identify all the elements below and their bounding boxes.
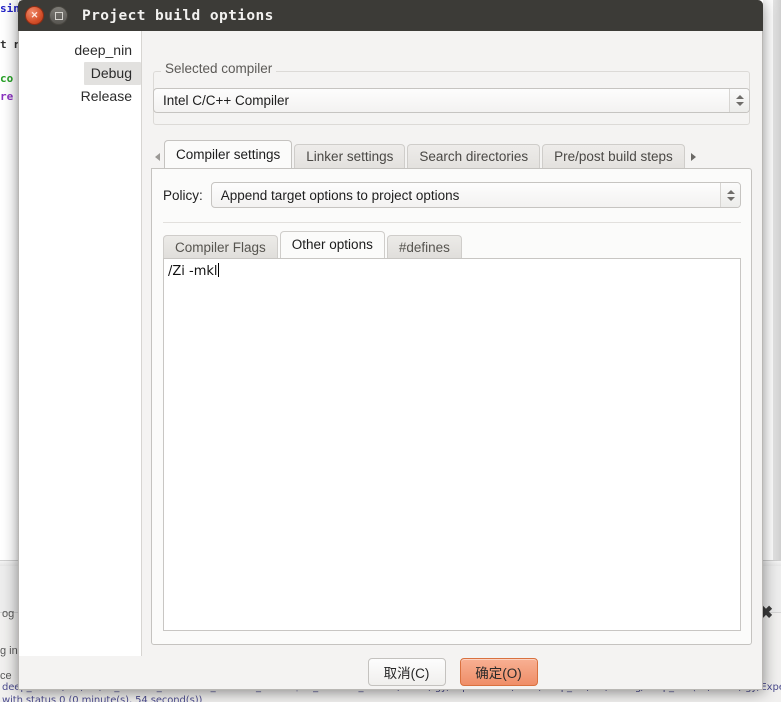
screen: sin t r co re og g in ce ✖ deep_nin -e /… xyxy=(0,0,781,702)
target-tree[interactable]: deep_nin Debug Release xyxy=(19,31,142,656)
status-line-result: with status 0 (0 minute(s), 54 second(s)… xyxy=(2,695,203,702)
project-build-options-dialog: ✕ Project build options deep_nin Debug R… xyxy=(18,0,763,690)
dialog-title: Project build options xyxy=(82,7,274,24)
tab-pre-post-build-steps[interactable]: Pre/post build steps xyxy=(542,144,685,168)
chevron-left-icon[interactable] xyxy=(151,146,164,168)
policy-row: Policy: Append target options to project… xyxy=(163,182,741,208)
tab-search-directories[interactable]: Search directories xyxy=(407,144,541,168)
other-options-textarea[interactable]: /Zi -mkl xyxy=(163,258,741,631)
log-tab-label[interactable]: g in xyxy=(0,645,18,657)
cancel-button[interactable]: 取消(C) xyxy=(367,658,446,686)
up-down-spinner-icon[interactable] xyxy=(729,89,749,112)
chevron-right-icon[interactable] xyxy=(686,146,700,168)
inner-tabstrip[interactable]: Compiler Flags Other options #defines xyxy=(163,231,464,258)
text-caret xyxy=(217,263,219,277)
dialog-content: Selected compiler Intel C/C++ Compiler C… xyxy=(143,31,762,689)
log-tab-label[interactable]: og xyxy=(2,608,14,620)
dialog-footer: 取消(C) 确定(O) xyxy=(143,655,762,689)
close-circle-icon[interactable]: ✕ xyxy=(25,6,44,25)
policy-select[interactable]: Append target options to project options xyxy=(210,182,741,208)
compiler-select-value: Intel C/C++ Compiler xyxy=(163,93,290,108)
editor-scrollbar[interactable] xyxy=(773,0,781,560)
up-down-spinner-icon[interactable] xyxy=(720,183,740,207)
tree-item-debug[interactable]: Debug xyxy=(83,62,141,85)
ok-button[interactable]: 确定(O) xyxy=(459,658,538,686)
minimize-square-icon[interactable] xyxy=(49,6,68,25)
other-options-value: /Zi -mkl xyxy=(168,264,218,279)
tree-item-project[interactable]: deep_nin xyxy=(19,39,141,62)
tab-compiler-settings[interactable]: Compiler settings xyxy=(164,140,293,168)
dialog-body: deep_nin Debug Release Selected compiler… xyxy=(18,31,763,690)
compiler-settings-pane: Policy: Append target options to project… xyxy=(151,168,752,645)
tab-compiler-flags[interactable]: Compiler Flags xyxy=(163,235,278,258)
compiler-select[interactable]: Intel C/C++ Compiler xyxy=(153,88,750,113)
policy-select-value: Append target options to project options xyxy=(220,187,460,203)
tab-defines[interactable]: #defines xyxy=(386,235,462,258)
log-tab-label[interactable]: ce xyxy=(0,670,12,682)
dialog-titlebar[interactable]: ✕ Project build options xyxy=(18,0,763,31)
selected-compiler-label: Selected compiler xyxy=(161,61,277,76)
tab-linker-settings[interactable]: Linker settings xyxy=(294,144,406,168)
policy-label: Policy: xyxy=(163,187,203,203)
divider xyxy=(163,222,741,223)
main-tabstrip[interactable]: Compiler settings Linker settings Search… xyxy=(151,140,752,168)
tab-other-options[interactable]: Other options xyxy=(279,231,385,258)
tree-item-release[interactable]: Release xyxy=(19,85,141,108)
